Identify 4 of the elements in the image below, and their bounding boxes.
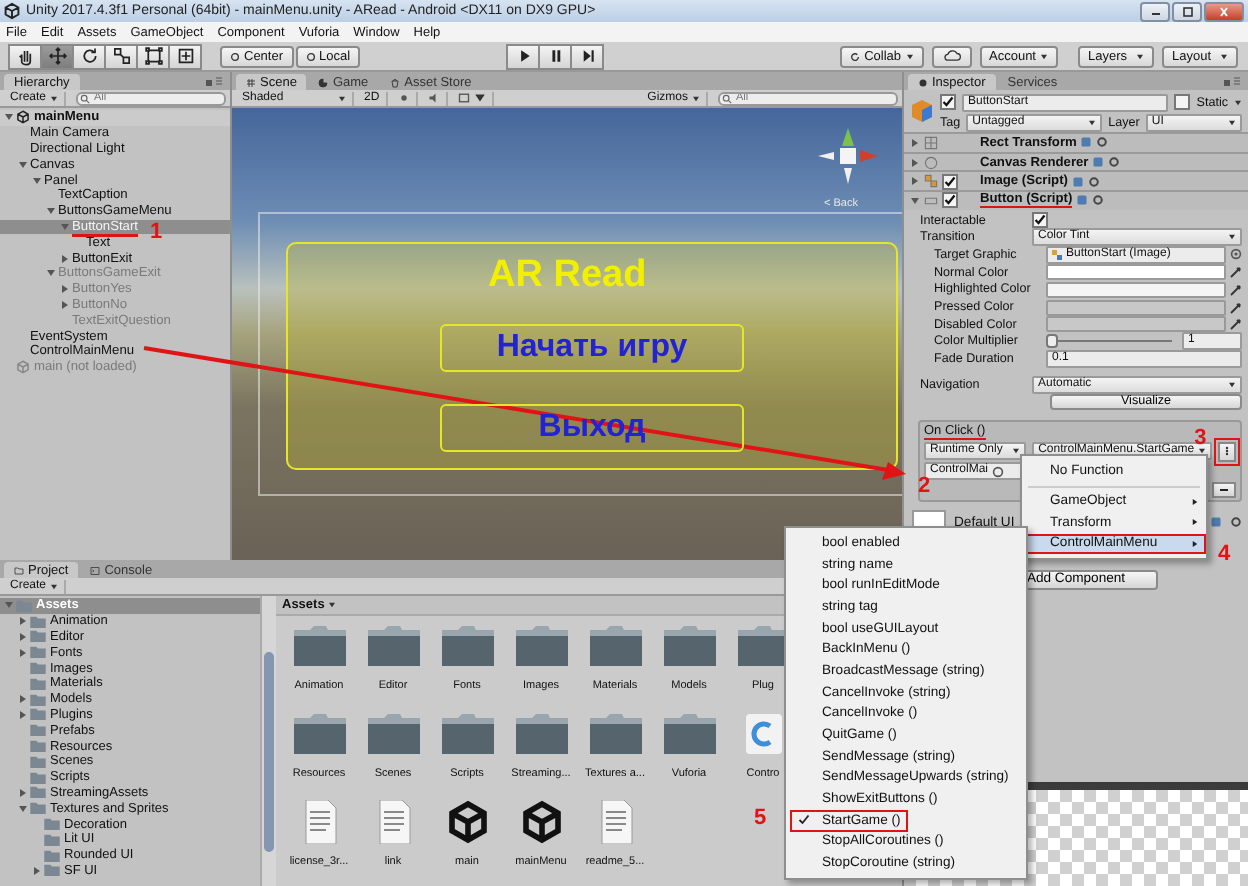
annotation-number: 4	[1218, 543, 1231, 565]
annotation-number: 2	[918, 476, 931, 499]
game-title: AR Read	[488, 254, 647, 298]
annotation-number: 5	[754, 807, 767, 830]
